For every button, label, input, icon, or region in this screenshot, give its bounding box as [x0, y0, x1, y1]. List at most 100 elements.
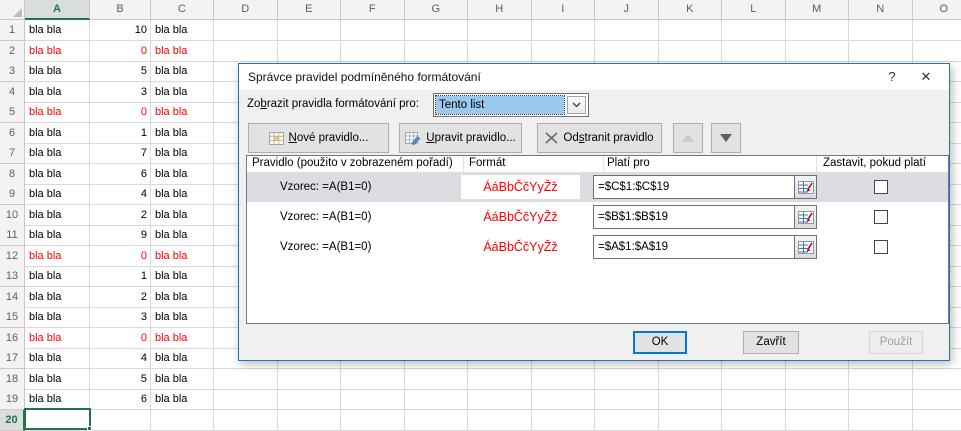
row-header-14[interactable]: 14 — [0, 287, 25, 308]
cell-G20[interactable] — [405, 410, 469, 431]
cell-G18[interactable] — [405, 369, 469, 390]
cell-L19[interactable] — [722, 389, 786, 410]
row-header-13[interactable]: 13 — [0, 266, 25, 287]
cell-A8[interactable]: bla bla — [25, 164, 90, 185]
cell-B18[interactable]: 5 — [90, 369, 151, 390]
range-picker-icon[interactable] — [794, 206, 816, 228]
row-header-10[interactable]: 10 — [0, 205, 25, 226]
col-header-J[interactable]: J — [595, 0, 659, 20]
cell-A10[interactable]: bla bla — [25, 205, 90, 226]
cell-A4[interactable]: bla bla — [25, 82, 90, 103]
cell-L20[interactable] — [722, 410, 786, 431]
cell-C16[interactable]: bla bla — [151, 328, 214, 349]
col-header-F[interactable]: F — [341, 0, 405, 20]
cell-A11[interactable]: bla bla — [25, 225, 90, 246]
cell-L18[interactable] — [722, 369, 786, 390]
col-header-C[interactable]: C — [151, 0, 214, 20]
cell-I1[interactable] — [532, 20, 596, 41]
cell-E19[interactable] — [278, 389, 342, 410]
cell-K19[interactable] — [659, 389, 723, 410]
col-header-A[interactable]: A — [25, 0, 90, 20]
range-picker-icon[interactable] — [794, 236, 816, 258]
row-header-3[interactable]: 3 — [0, 61, 25, 82]
apply-button[interactable]: Použít — [869, 331, 923, 354]
cell-I19[interactable] — [532, 389, 596, 410]
applies-to-field-3[interactable]: =$A$1:$A$19 — [593, 235, 817, 259]
cell-E20[interactable] — [278, 410, 342, 431]
cell-C3[interactable]: bla bla — [151, 61, 214, 82]
cell-A16[interactable]: bla bla — [25, 328, 90, 349]
cell-A17[interactable]: bla bla — [25, 348, 90, 369]
row-header-17[interactable]: 17 — [0, 348, 25, 369]
cell-D20[interactable] — [214, 410, 278, 431]
cell-J2[interactable] — [595, 41, 659, 62]
cell-C6[interactable]: bla bla — [151, 123, 214, 144]
cell-K2[interactable] — [659, 41, 723, 62]
cell-C7[interactable]: bla bla — [151, 143, 214, 164]
cell-B6[interactable]: 1 — [90, 123, 151, 144]
cell-I18[interactable] — [532, 369, 596, 390]
cell-L1[interactable] — [722, 20, 786, 41]
cell-C20[interactable] — [151, 410, 214, 431]
cell-C18[interactable]: bla bla — [151, 369, 214, 390]
cell-B1[interactable]: 10 — [90, 20, 151, 41]
col-header-B[interactable]: B — [90, 0, 151, 20]
cell-B15[interactable]: 3 — [90, 307, 151, 328]
applies-to-field-1[interactable]: =$C$1:$C$19 — [593, 175, 817, 199]
cell-C15[interactable]: bla bla — [151, 307, 214, 328]
cell-L2[interactable] — [722, 41, 786, 62]
row-header-20[interactable]: 20 — [0, 410, 25, 431]
row-header-7[interactable]: 7 — [0, 143, 25, 164]
col-header-E[interactable]: E — [278, 0, 342, 20]
cell-I2[interactable] — [532, 41, 596, 62]
cell-M18[interactable] — [786, 369, 850, 390]
cell-A18[interactable]: bla bla — [25, 369, 90, 390]
cell-C19[interactable]: bla bla — [151, 389, 214, 410]
cell-B11[interactable]: 9 — [90, 225, 151, 246]
cell-D1[interactable] — [214, 20, 278, 41]
cell-G1[interactable] — [405, 20, 469, 41]
cell-H19[interactable] — [468, 389, 532, 410]
rule-row-2[interactable]: Vzorec: =A(B1=0) ÁáBbČčYyŽž =$B$1:$B$19 — [247, 202, 948, 232]
cell-N19[interactable] — [849, 389, 913, 410]
cell-B20[interactable] — [90, 410, 151, 431]
cell-K20[interactable] — [659, 410, 723, 431]
cell-A12[interactable]: bla bla — [25, 246, 90, 267]
fill-handle[interactable] — [87, 426, 92, 431]
cell-B12[interactable]: 0 — [90, 246, 151, 267]
cell-D19[interactable] — [214, 389, 278, 410]
cell-M19[interactable] — [786, 389, 850, 410]
cell-H18[interactable] — [468, 369, 532, 390]
cell-B8[interactable]: 6 — [90, 164, 151, 185]
chevron-down-icon[interactable] — [567, 96, 586, 114]
edit-rule-button[interactable]: Upravit pravidlo... — [399, 123, 522, 153]
cell-B17[interactable]: 4 — [90, 348, 151, 369]
cell-F19[interactable] — [341, 389, 405, 410]
cell-B9[interactable]: 4 — [90, 184, 151, 205]
stop-if-true-checkbox-3[interactable] — [874, 240, 888, 254]
applies-to-field-2[interactable]: =$B$1:$B$19 — [593, 205, 817, 229]
row-header-4[interactable]: 4 — [0, 82, 25, 103]
row-header-11[interactable]: 11 — [0, 225, 25, 246]
scope-combobox[interactable]: Tento list — [433, 93, 589, 117]
cell-O18[interactable] — [913, 369, 961, 390]
cell-A7[interactable]: bla bla — [25, 143, 90, 164]
cell-A15[interactable]: bla bla — [25, 307, 90, 328]
cell-F18[interactable] — [341, 369, 405, 390]
cell-B13[interactable]: 1 — [90, 266, 151, 287]
col-header-G[interactable]: G — [405, 0, 469, 20]
cell-B10[interactable]: 2 — [90, 205, 151, 226]
new-rule-button[interactable]: Nové pravidlo... — [248, 123, 389, 153]
row-header-19[interactable]: 19 — [0, 389, 25, 410]
col-header-D[interactable]: D — [214, 0, 278, 20]
close-button[interactable]: Zavřít — [743, 331, 799, 354]
cell-E2[interactable] — [278, 41, 342, 62]
cell-C4[interactable]: bla bla — [151, 82, 214, 103]
cell-F2[interactable] — [341, 41, 405, 62]
stop-if-true-checkbox-1[interactable] — [874, 180, 888, 194]
cell-C10[interactable]: bla bla — [151, 205, 214, 226]
range-picker-icon[interactable] — [794, 176, 816, 198]
cell-C17[interactable]: bla bla — [151, 348, 214, 369]
row-header-16[interactable]: 16 — [0, 328, 25, 349]
cell-H20[interactable] — [468, 410, 532, 431]
